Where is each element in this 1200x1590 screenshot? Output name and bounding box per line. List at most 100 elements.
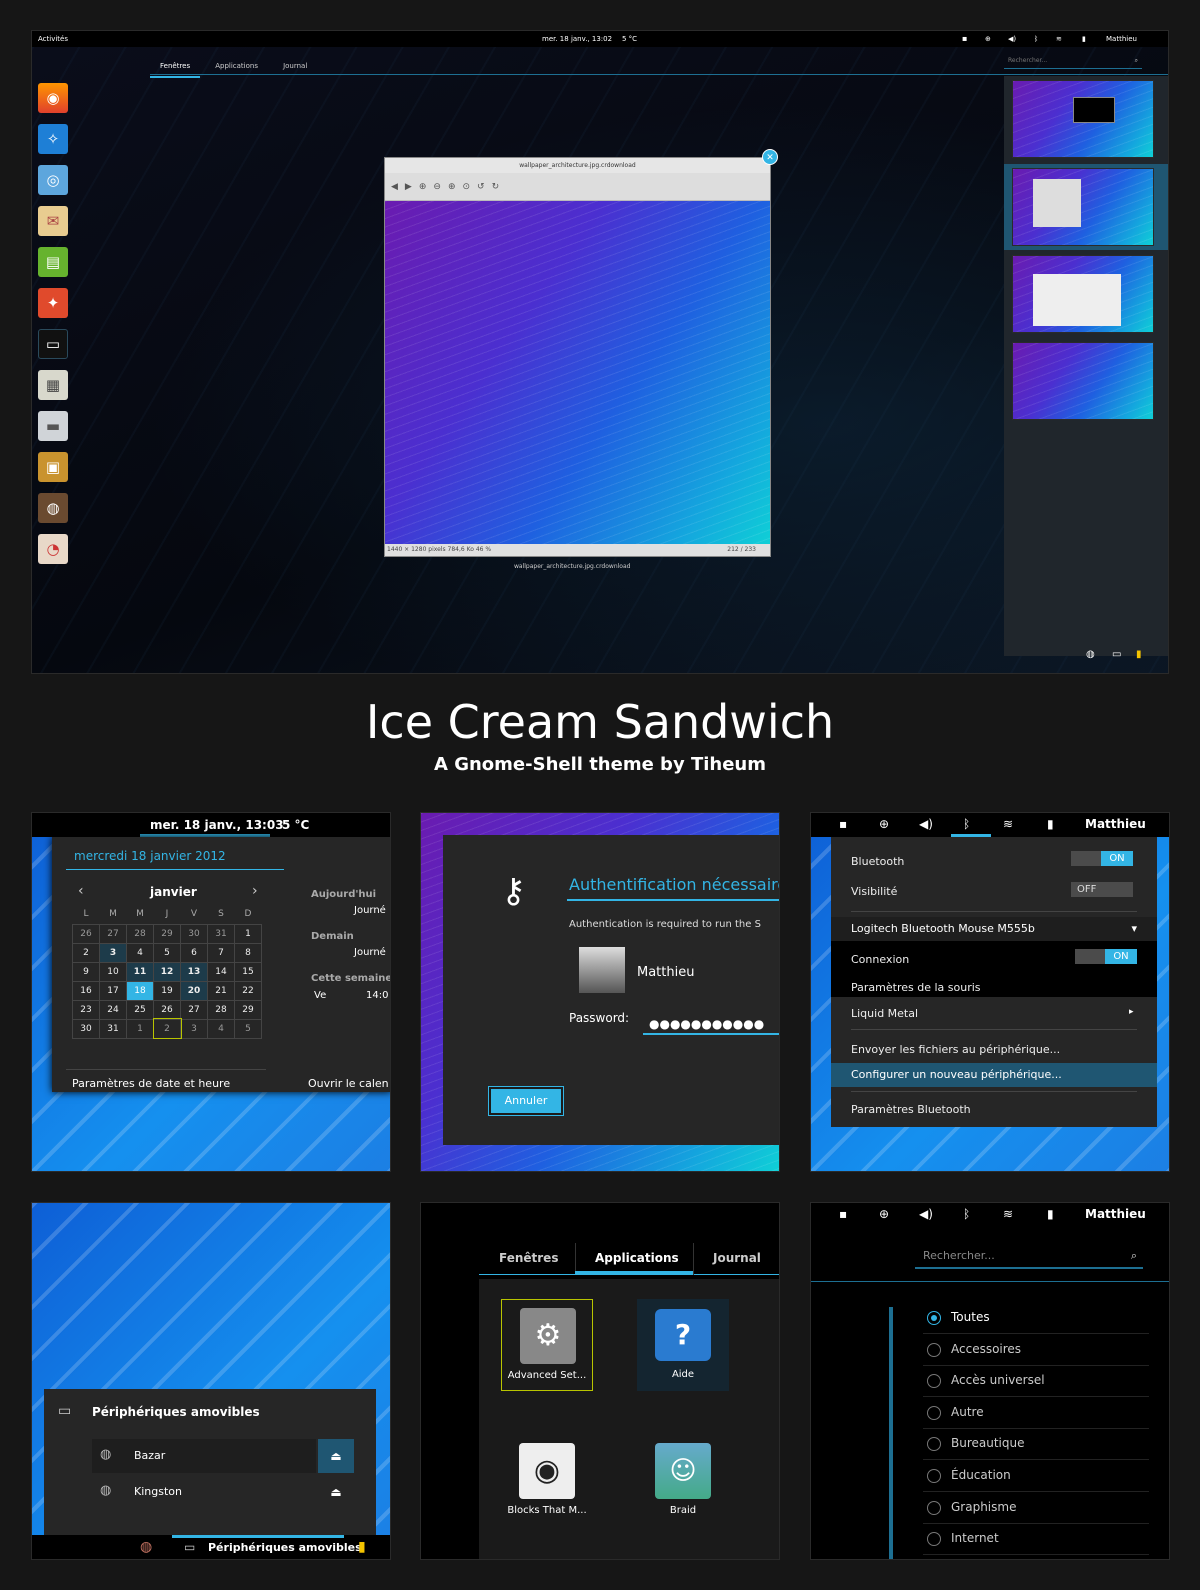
eye-icon[interactable]: ◔: [38, 534, 68, 564]
calendar-day[interactable]: 16: [72, 980, 100, 1001]
speaker-icon[interactable]: ◍: [140, 1539, 152, 1555]
software-icon[interactable]: ✦: [38, 288, 68, 318]
calendar-day[interactable]: 1: [234, 923, 262, 944]
tray-drive-icon[interactable]: ▭: [1112, 649, 1121, 660]
wifi-icon[interactable]: ≋: [1056, 31, 1062, 47]
wifi-icon[interactable]: ≋: [1003, 1207, 1013, 1221]
device-header[interactable]: Logitech Bluetooth Mouse M555b ▾: [831, 917, 1157, 941]
user-menu[interactable]: Matthieu: [1085, 817, 1146, 831]
calendar-day[interactable]: 27: [99, 923, 127, 944]
calendar-day[interactable]: 5: [153, 942, 181, 963]
volume-icon[interactable]: ◀): [1008, 31, 1016, 47]
battery-icon[interactable]: ▮: [1082, 31, 1086, 47]
zoom-fit-icon[interactable]: ⊙: [462, 182, 477, 192]
prev-month-icon[interactable]: ‹: [78, 883, 84, 899]
calendar-day[interactable]: 2: [72, 942, 100, 963]
archive-icon[interactable]: ▣: [38, 452, 68, 482]
eject-icon[interactable]: ⏏: [318, 1475, 354, 1509]
calendar-day[interactable]: 15: [234, 961, 262, 982]
note-icon[interactable]: ▮: [358, 1539, 366, 1555]
volume-icon[interactable]: ◀): [919, 817, 933, 831]
device-row[interactable]: ◍ Kingston: [92, 1475, 316, 1509]
activities-button[interactable]: Activités: [38, 31, 68, 47]
calendar-day[interactable]: 2: [152, 1018, 182, 1039]
next-month-icon[interactable]: ›: [252, 883, 258, 899]
app-braid[interactable]: ☺ Braid: [637, 1435, 729, 1527]
workspace-4[interactable]: [1012, 342, 1154, 420]
workspace-3[interactable]: [1012, 255, 1154, 333]
calendar-day[interactable]: 11: [126, 961, 154, 982]
mouse-settings[interactable]: Paramètres de la souris: [831, 981, 1157, 994]
folder-icon[interactable]: ▪: [839, 817, 847, 831]
calendar-day[interactable]: 22: [234, 980, 262, 1001]
cancel-button[interactable]: Annuler: [488, 1086, 564, 1116]
calendar-day[interactable]: 19: [153, 980, 181, 1001]
tab-windows[interactable]: Fenêtres: [150, 56, 201, 78]
battery-icon[interactable]: ▮: [1047, 1207, 1054, 1221]
forward-icon[interactable]: ▶: [405, 182, 419, 192]
calendar-day[interactable]: 26: [153, 999, 181, 1020]
calendar-day[interactable]: 28: [126, 923, 154, 944]
calendar-day[interactable]: 1: [126, 1018, 154, 1039]
zoom-out-icon[interactable]: ⊖: [433, 182, 448, 192]
workspace-2[interactable]: [1012, 168, 1154, 246]
terminal-icon[interactable]: ▭: [38, 329, 68, 359]
visibility-toggle[interactable]: OFF: [1071, 882, 1133, 897]
calendar-day[interactable]: 8: [234, 942, 262, 963]
calendar-day[interactable]: 31: [99, 1018, 127, 1039]
calendar-day[interactable]: 4: [207, 1018, 235, 1039]
zoom-normal-icon[interactable]: ⊕: [448, 182, 463, 192]
configure-device[interactable]: Configurer un nouveau périphérique...: [831, 1063, 1157, 1087]
category-item[interactable]: Accès universel: [951, 1373, 1045, 1387]
calendar-day[interactable]: 3: [99, 942, 127, 963]
calendar-day[interactable]: 9: [72, 961, 100, 982]
calendar-day[interactable]: 30: [72, 1018, 100, 1039]
close-icon[interactable]: ✕: [762, 149, 778, 165]
calendar-day[interactable]: 20: [180, 980, 208, 1001]
clock[interactable]: mer. 18 janv., 13:02: [542, 31, 612, 47]
back-icon[interactable]: ◀: [391, 182, 405, 192]
radio-icon[interactable]: [927, 1405, 941, 1420]
bluetooth-toggle[interactable]: ON: [1071, 851, 1133, 866]
category-item[interactable]: Éducation: [951, 1468, 1011, 1482]
category-item[interactable]: Internet: [951, 1531, 999, 1545]
calendar-day[interactable]: 26: [72, 923, 100, 944]
calendar-day[interactable]: 7: [207, 942, 235, 963]
calendar-day[interactable]: 4: [126, 942, 154, 963]
wifi-icon[interactable]: ≋: [1003, 817, 1013, 831]
category-item[interactable]: Graphisme: [951, 1500, 1016, 1514]
date-settings-link[interactable]: Paramètres de date et heure: [72, 1077, 230, 1090]
eject-icon[interactable]: ⏏: [318, 1439, 354, 1473]
folder-icon[interactable]: ▪: [839, 1207, 847, 1221]
radio-icon[interactable]: [927, 1437, 941, 1452]
calendar-day[interactable]: 28: [207, 999, 235, 1020]
tab-windows[interactable]: Fenêtres: [499, 1251, 558, 1265]
connection-toggle[interactable]: ON: [1075, 949, 1137, 964]
tab-journal[interactable]: Journal: [273, 56, 317, 76]
calendar-day[interactable]: 25: [126, 999, 154, 1020]
calendar-day[interactable]: 17: [99, 980, 127, 1001]
category-item[interactable]: Bureautique: [951, 1436, 1025, 1450]
search-input[interactable]: Rechercher... ⌕: [1004, 53, 1142, 69]
bluetooth-icon[interactable]: ᛒ: [963, 1207, 970, 1221]
send-files[interactable]: Envoyer les fichiers au périphérique...: [831, 1043, 1157, 1056]
device-row[interactable]: ◍ Bazar: [92, 1439, 316, 1473]
calendar-day[interactable]: 27: [180, 999, 208, 1020]
radio-icon[interactable]: [927, 1311, 941, 1325]
weather[interactable]: 5 °C: [622, 31, 637, 47]
calendar-day[interactable]: 21: [207, 980, 235, 1001]
open-calendar-link[interactable]: Ouvrir le calen: [308, 1077, 389, 1090]
app-advanced-settings[interactable]: ⚙ Advanced Set...: [501, 1299, 593, 1391]
radio-icon[interactable]: [927, 1342, 941, 1357]
safari-icon[interactable]: ✧: [38, 124, 68, 154]
calendar-day[interactable]: 29: [234, 999, 262, 1020]
rotate-left-icon[interactable]: ↺: [477, 182, 492, 192]
tab-applications[interactable]: Applications: [205, 56, 268, 76]
tab-applications[interactable]: Applications: [595, 1251, 679, 1265]
calendar-day[interactable]: 23: [72, 999, 100, 1020]
firefox-icon[interactable]: ◉: [38, 83, 68, 113]
calendar-day[interactable]: 13: [180, 961, 208, 982]
chromium-icon[interactable]: ◎: [38, 165, 68, 195]
settings-icon[interactable]: ▬: [38, 411, 68, 441]
calendar-day[interactable]: 3: [180, 1018, 208, 1039]
